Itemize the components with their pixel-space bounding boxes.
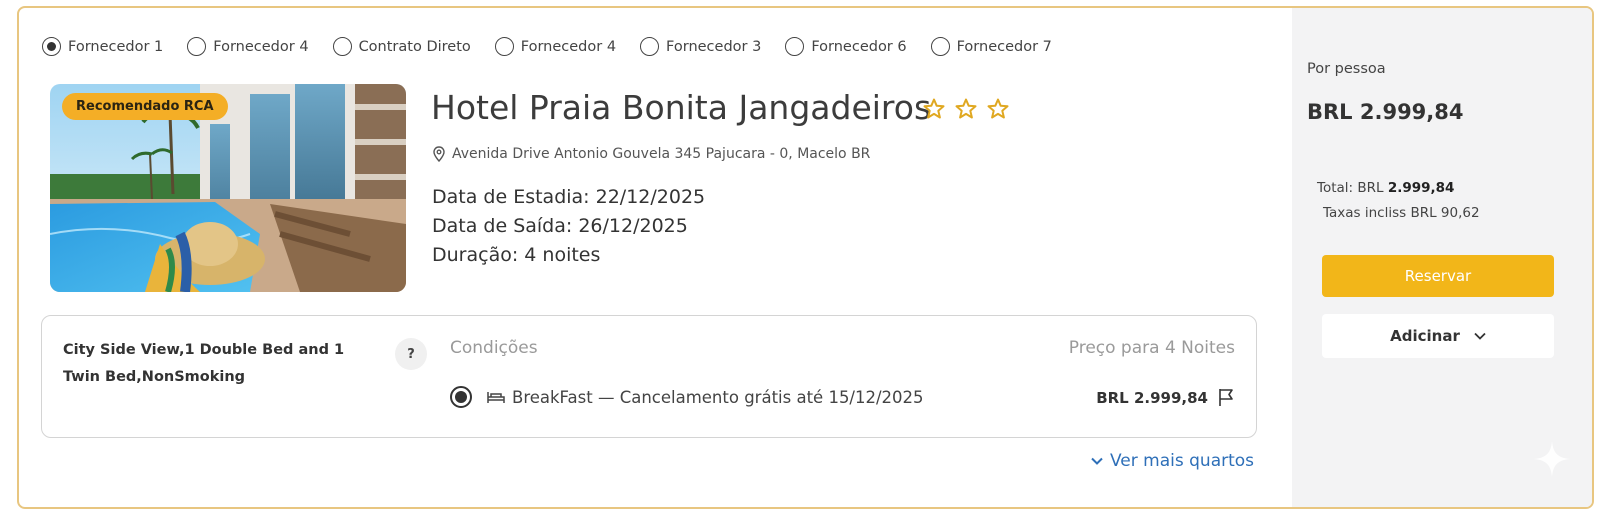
radio-button[interactable] (785, 37, 805, 56)
star-icon (955, 98, 977, 119)
supplier-label: Fornecedor 7 (956, 38, 1052, 55)
price-summary-panel: Por pessoa BRL 2.999,84 Total: BRL 2.999… (1292, 8, 1592, 507)
flag-icon[interactable] (1218, 387, 1234, 407)
star-icon (987, 98, 1009, 119)
chevron-down-icon (1091, 457, 1103, 465)
total-price: Total: BRL 2.999,84 (1317, 180, 1454, 196)
supplier-label: Fornecedor 1 (68, 38, 164, 55)
supplier-option[interactable]: Fornecedor 4 (494, 37, 617, 56)
supplier-label: Fornecedor 6 (811, 38, 907, 55)
radio-button[interactable] (187, 37, 207, 56)
rate-price: BRL 2.999,84 (1096, 389, 1208, 407)
supplier-label: Fornecedor 4 (520, 38, 617, 55)
star-icon (923, 98, 945, 119)
reserve-button[interactable]: Reservar (1322, 255, 1554, 297)
address-text: Avenida Drive Antonio Gouvela 345 Pajuca… (452, 146, 871, 162)
sparkle-icon (1534, 441, 1570, 477)
supplier-label: Fornecedor 4 (213, 38, 309, 55)
conditions-header: Condições (450, 338, 538, 358)
per-person-price: BRL 2.999,84 (1307, 100, 1464, 124)
rate-radio-button[interactable] (450, 386, 472, 408)
per-person-label: Por pessoa (1307, 61, 1386, 77)
supplier-label: Fornecedor 3 (666, 38, 762, 55)
supplier-option[interactable]: Fornecedor 1 (42, 37, 163, 56)
more-rooms-link[interactable]: Ver mais quartos (1091, 451, 1254, 471)
radio-button[interactable] (494, 37, 514, 56)
radio-button[interactable] (640, 37, 660, 56)
checkin-date: Data de Estadia: 22/12/2025 (432, 186, 706, 208)
supplier-option[interactable]: Contrato Direto (332, 37, 471, 56)
star-rating (922, 97, 1018, 121)
radio-button[interactable] (332, 37, 352, 56)
add-button[interactable]: Adicinar (1322, 314, 1554, 358)
chevron-down-icon (1474, 332, 1486, 340)
bed-icon (487, 392, 505, 403)
recommended-badge: Recomendado RCA (62, 93, 228, 120)
stay-duration: Duração: 4 noites (432, 244, 601, 266)
taxes-info: Taxas incliss BRL 90,62 (1323, 205, 1480, 221)
location-pin-icon (433, 146, 445, 162)
supplier-option[interactable]: Fornecedor 3 (640, 37, 761, 56)
rate-option[interactable]: BreakFast — Cancelamento grátis até 15/1… (450, 386, 924, 408)
supplier-option[interactable]: Fornecedor 6 (785, 37, 907, 56)
radio-button[interactable] (42, 37, 61, 56)
hotel-name: Hotel Praia Bonita Jangadeiros (431, 88, 932, 127)
hotel-address: Avenida Drive Antonio Gouvela 345 Pajuca… (433, 146, 870, 162)
hotel-photo[interactable]: Recomendado RCA (50, 84, 406, 292)
checkout-date: Data de Saída: 26/12/2025 (432, 215, 688, 237)
supplier-selector: Fornecedor 1 Fornecedor 4 Contrato Diret… (42, 37, 1076, 56)
room-option: City Side View,1 Double Bed and 1 Twin B… (41, 315, 1257, 438)
room-name: City Side View,1 Double Bed and 1 Twin B… (63, 342, 345, 385)
supplier-option[interactable]: Fornecedor 4 (187, 37, 309, 56)
supplier-option[interactable]: Fornecedor 7 (930, 37, 1052, 56)
room-help-button[interactable]: ? (395, 338, 427, 370)
price-header: Preço para 4 Noites (1068, 338, 1235, 358)
more-rooms-label: Ver mais quartos (1110, 451, 1255, 471)
stay-details: Data de Estadia: 22/12/2025 Data de Saíd… (432, 183, 705, 270)
radio-button[interactable] (930, 37, 950, 56)
total-value: 2.999,84 (1387, 180, 1455, 196)
hotel-card: Fornecedor 1 Fornecedor 4 Contrato Diret… (17, 6, 1594, 509)
rate-description: BreakFast — Cancelamento grátis até 15/1… (512, 387, 924, 407)
total-label: Total: BRL (1317, 180, 1388, 196)
add-button-label: Adicinar (1390, 327, 1460, 345)
supplier-label: Contrato Direto (358, 38, 471, 55)
